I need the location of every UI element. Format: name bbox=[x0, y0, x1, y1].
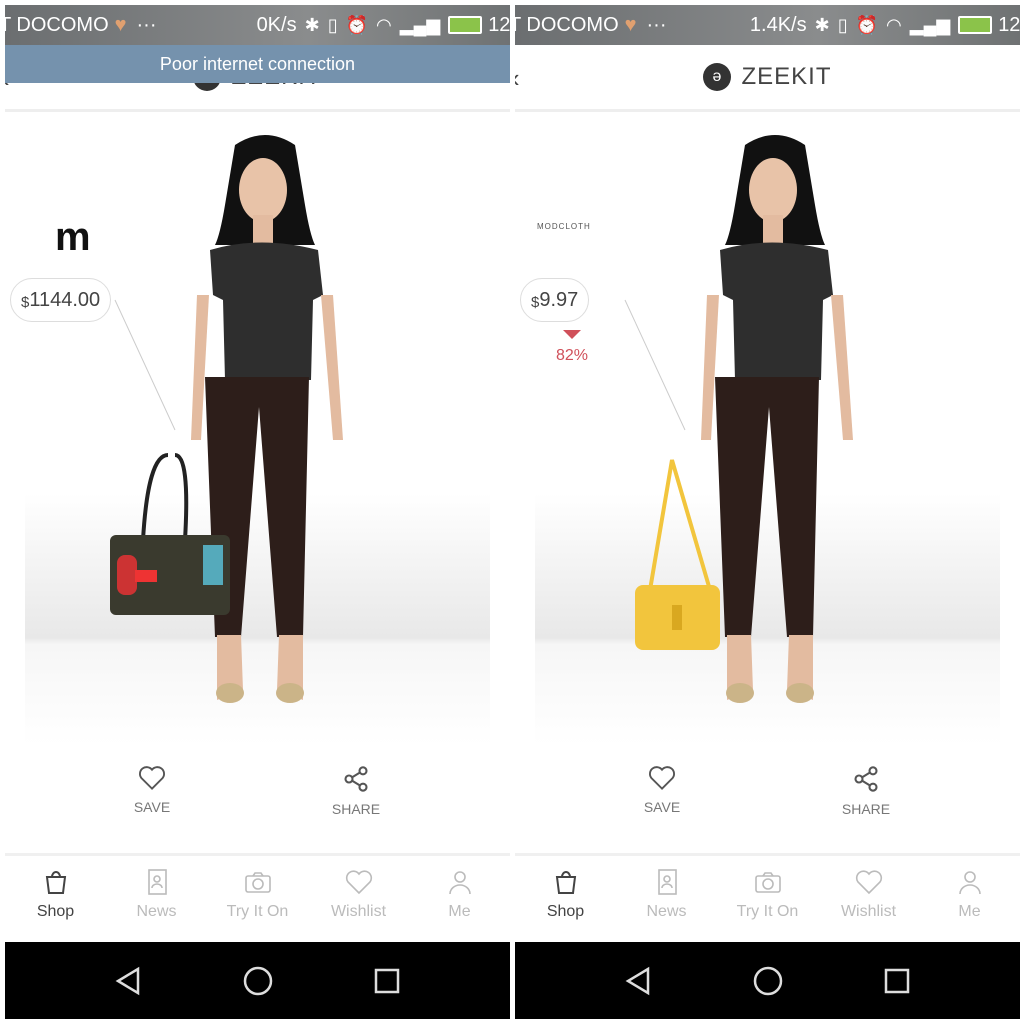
nav-label: Try It On bbox=[736, 903, 799, 920]
back-icon[interactable]: ‹ bbox=[515, 63, 520, 94]
action-bar: SAVE SHARE bbox=[515, 765, 1020, 825]
nav-label: Me bbox=[958, 903, 981, 920]
price-drop: 82% bbox=[547, 330, 597, 365]
nav-label: Wishlist bbox=[330, 903, 387, 920]
save-button[interactable]: SAVE bbox=[622, 765, 702, 815]
zeekit-logo-icon: ə bbox=[703, 63, 732, 91]
bluetooth-icon: ✱ bbox=[304, 14, 320, 35]
divider bbox=[5, 853, 510, 856]
share-button[interactable]: SHARE bbox=[826, 765, 906, 817]
try-on-view: MODCLOTH 82% $ 9.97 bbox=[520, 115, 1000, 745]
signal-icon: ▂▄▆ bbox=[399, 14, 441, 35]
heart-outline-icon bbox=[649, 766, 675, 790]
battery-icon bbox=[958, 16, 993, 34]
discount-percent: 82% bbox=[555, 347, 589, 364]
down-arrow-icon bbox=[563, 330, 581, 339]
more-notifications-icon: ··· bbox=[646, 13, 667, 36]
nav-me[interactable]: Me bbox=[919, 857, 1020, 941]
heart-icon: ♥ bbox=[624, 13, 637, 36]
heart-icon: ♥ bbox=[114, 13, 127, 36]
alarm-icon: ⏰ bbox=[855, 14, 879, 35]
vibrate-icon: ▯ bbox=[327, 14, 338, 35]
nav-news[interactable]: News bbox=[106, 857, 207, 941]
camera-icon bbox=[754, 872, 781, 893]
nav-label: Me bbox=[448, 903, 471, 920]
system-nav-bar bbox=[5, 942, 510, 1019]
network-speed: 1.4K/s bbox=[749, 13, 807, 36]
home-nav-icon[interactable] bbox=[242, 965, 274, 997]
camera-icon bbox=[244, 872, 271, 893]
action-bar: SAVE SHARE bbox=[5, 765, 510, 825]
news-icon bbox=[147, 869, 167, 895]
nav-shop[interactable]: Shop bbox=[515, 857, 616, 941]
home-nav-icon[interactable] bbox=[752, 965, 784, 997]
nav-label: Try It On bbox=[226, 903, 289, 920]
phone-screen: T DOCOMO ♥ ··· 0K/s ✱ ▯ ⏰ ◠ ▂▄▆ 12: ‹ ə … bbox=[5, 5, 510, 1019]
profile-icon bbox=[448, 871, 471, 895]
system-nav-bar bbox=[515, 942, 1020, 1019]
clock: 12: bbox=[488, 13, 510, 36]
recents-nav-icon[interactable] bbox=[373, 967, 401, 995]
signal-icon: ▂▄▆ bbox=[909, 14, 951, 35]
vibrate-icon: ▯ bbox=[837, 14, 848, 35]
nav-label: Wishlist bbox=[840, 903, 897, 920]
heart-outline-icon bbox=[139, 766, 165, 790]
network-speed: 0K/s bbox=[256, 13, 297, 36]
brand-name[interactable]: MODCLOTH bbox=[537, 222, 591, 231]
battery-icon bbox=[448, 16, 483, 34]
clock: 12: bbox=[998, 13, 1020, 36]
try-on-view: m $ 1144.00 bbox=[10, 115, 490, 745]
model-figure bbox=[110, 135, 343, 703]
bottom-nav: Shop News Try It On Wishlist Me bbox=[515, 857, 1020, 941]
brand-logo[interactable]: m bbox=[55, 215, 91, 260]
nav-me[interactable]: Me bbox=[409, 857, 510, 941]
alarm-icon: ⏰ bbox=[345, 14, 369, 35]
wishlist-heart-icon bbox=[855, 870, 882, 895]
carrier: T DOCOMO bbox=[515, 13, 619, 36]
nav-wishlist[interactable]: Wishlist bbox=[818, 857, 919, 941]
nav-try-it-on[interactable]: Try It On bbox=[207, 857, 308, 941]
save-button[interactable]: SAVE bbox=[112, 765, 192, 815]
wifi-icon: ◠ bbox=[376, 14, 392, 35]
shop-bag-icon bbox=[45, 871, 66, 894]
back-nav-icon[interactable] bbox=[114, 966, 144, 996]
share-icon bbox=[344, 766, 368, 792]
zeekit-logo: ə ZEEKIT bbox=[703, 63, 831, 91]
bluetooth-icon: ✱ bbox=[814, 14, 830, 35]
bottom-nav: Shop News Try It On Wishlist Me bbox=[5, 857, 510, 941]
divider bbox=[515, 853, 1020, 856]
back-nav-icon[interactable] bbox=[624, 966, 654, 996]
nav-shop[interactable]: Shop bbox=[5, 857, 106, 941]
news-icon bbox=[657, 869, 677, 895]
status-bar: T DOCOMO ♥ ··· 0K/s ✱ ▯ ⏰ ◠ ▂▄▆ 12: bbox=[5, 5, 510, 45]
price-value: 1144.00 bbox=[29, 288, 101, 311]
connection-banner: Poor internet connection bbox=[5, 45, 510, 83]
share-button[interactable]: SHARE bbox=[316, 765, 396, 817]
app-header: ‹ ə ZEEKIT bbox=[515, 45, 1020, 112]
status-bar: T DOCOMO ♥ ··· 1.4K/s ✱ ▯ ⏰ ◠ ▂▄▆ 12: bbox=[515, 5, 1020, 45]
more-notifications-icon: ··· bbox=[136, 13, 157, 36]
model-figure bbox=[624, 135, 853, 703]
price-tag[interactable]: $ 9.97 bbox=[520, 278, 590, 322]
recents-nav-icon[interactable] bbox=[883, 967, 911, 995]
nav-try-it-on[interactable]: Try It On bbox=[717, 857, 818, 941]
nav-news[interactable]: News bbox=[616, 857, 717, 941]
price-value: 9.97 bbox=[539, 288, 579, 311]
phone-screen: T DOCOMO ♥ ··· 1.4K/s ✱ ▯ ⏰ ◠ ▂▄▆ 12: ‹ … bbox=[515, 5, 1020, 1019]
price-tag[interactable]: $ 1144.00 bbox=[10, 278, 112, 322]
wishlist-heart-icon bbox=[345, 870, 372, 895]
wifi-icon: ◠ bbox=[886, 14, 902, 35]
shop-bag-icon bbox=[555, 871, 576, 894]
nav-label: Shop bbox=[36, 903, 75, 920]
share-icon bbox=[854, 766, 878, 792]
nav-label: Shop bbox=[546, 903, 585, 920]
nav-label: News bbox=[136, 903, 177, 920]
nav-wishlist[interactable]: Wishlist bbox=[308, 857, 409, 941]
carrier: T DOCOMO bbox=[5, 13, 109, 36]
profile-icon bbox=[958, 871, 981, 895]
logo-text: ZEEKIT bbox=[741, 63, 832, 90]
nav-label: News bbox=[646, 903, 687, 920]
